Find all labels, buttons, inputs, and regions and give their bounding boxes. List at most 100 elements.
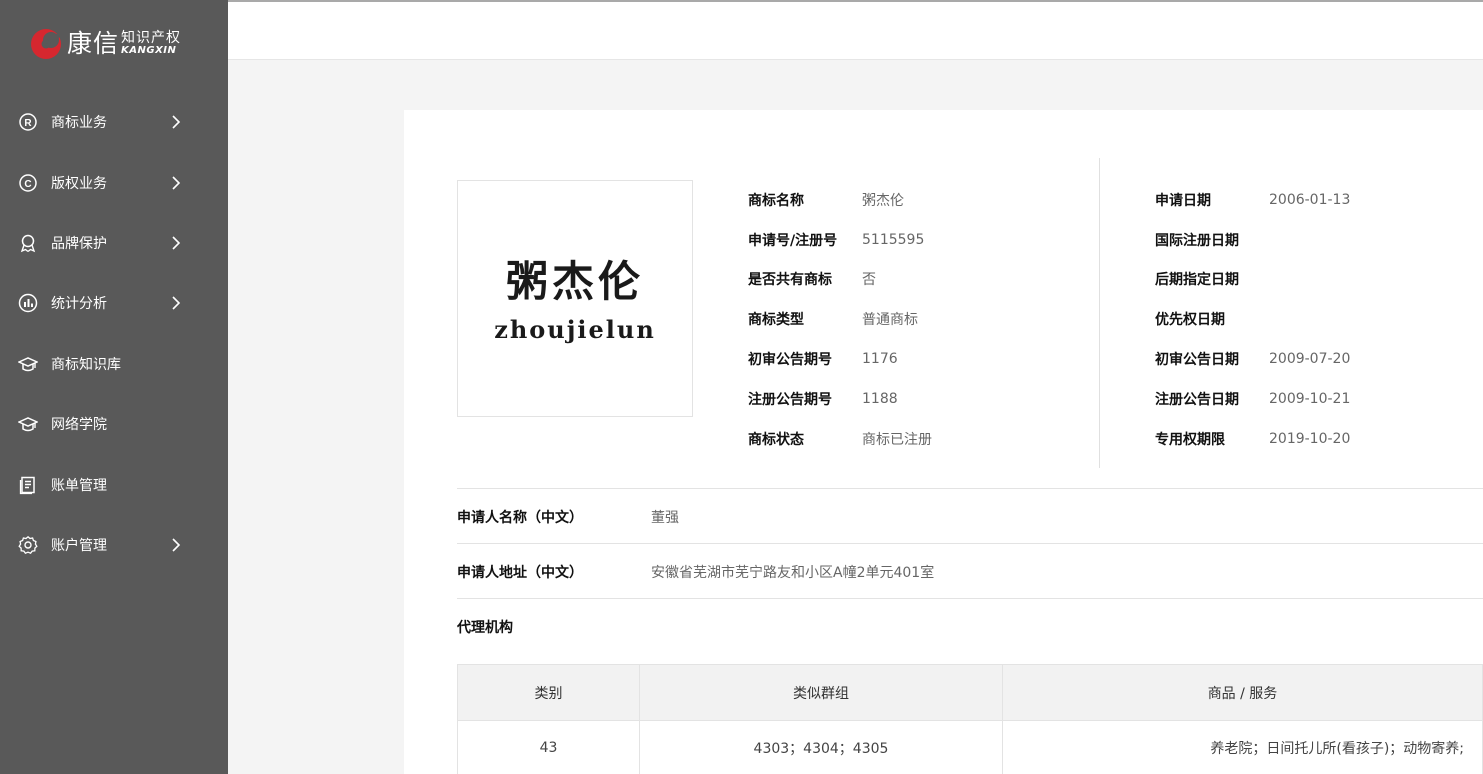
info-value: 1176: [862, 351, 898, 368]
chevron-right-icon: [172, 296, 181, 310]
info-label: 初审公告日期: [1155, 352, 1239, 369]
trademark-info-right: 申请日期 2006-01-13 国际注册日期 后期指定日期 优先权日期 初审公告…: [1155, 180, 1350, 459]
brand-sub-en: KANGXIN: [121, 44, 177, 56]
sidebar-item-label: 版权业务: [51, 175, 107, 192]
info-label: 专用权期限: [1155, 431, 1225, 448]
sidebar-item-label: 网络学院: [51, 417, 107, 434]
applicant-name-label: 申请人名称（中文）: [457, 509, 583, 526]
column-header-similar-group: 类似群组: [639, 664, 1003, 721]
info-label: 注册公告日期: [1155, 391, 1239, 408]
brand-sub: 知识产权 KANGXIN: [121, 31, 181, 56]
sidebar-item-trademark-kb[interactable]: 商标知识库: [0, 334, 228, 394]
applicant-address-label: 申请人地址（中文）: [457, 564, 583, 581]
sidebar-item-statistics[interactable]: 统计分析: [0, 273, 228, 333]
chevron-right-icon: [172, 236, 181, 250]
info-row-shared-trademark: 是否共有商标 否: [748, 260, 932, 300]
column-header-goods-services: 商品 / 服务: [1002, 664, 1483, 721]
trademark-info-left: 商标名称 粥杰伦 申请号/注册号 5115595 是否共有商标 否 商标类型 普…: [748, 180, 932, 459]
info-label: 是否共有商标: [748, 272, 832, 289]
info-label: 商标状态: [748, 431, 804, 448]
info-value: 5115595: [862, 231, 925, 248]
graduation-cap-icon: [18, 354, 38, 374]
info-value: 粥杰伦: [862, 192, 904, 209]
sidebar-item-label: 账户管理: [51, 537, 107, 554]
sidebar-item-label: 商标知识库: [51, 356, 121, 373]
chart-icon: [18, 293, 38, 313]
info-value: 2009-10-21: [1269, 390, 1351, 407]
sidebar-item-online-academy[interactable]: 网络学院: [0, 394, 228, 454]
info-value: 2006-01-13: [1269, 191, 1351, 208]
info-row-preliminary-issue: 初审公告期号 1176: [748, 339, 932, 379]
info-label: 后期指定日期: [1155, 272, 1239, 289]
chevron-right-icon: [172, 176, 181, 190]
top-header-bar: [228, 0, 1483, 60]
info-label: 优先权日期: [1155, 312, 1225, 329]
cell-class: 43: [457, 720, 640, 774]
info-value: 1188: [862, 390, 898, 407]
sidebar-nav: R 商标业务 C 版权业务 品牌保护 统计分析 商标知识库 网络学院 账单管理 …: [0, 92, 228, 575]
trademark-detail-card: 粥杰伦 zhoujielun 商标名称 粥杰伦 申请号/注册号 5115595 …: [404, 110, 1483, 774]
info-row-priority-date: 优先权日期: [1155, 299, 1350, 339]
info-value: 否: [862, 272, 876, 289]
svg-text:R: R: [24, 118, 32, 129]
sidebar-item-trademark[interactable]: R 商标业务: [0, 92, 228, 152]
info-label: 初审公告期号: [748, 352, 832, 369]
agency-row: 代理机构: [457, 599, 651, 654]
info-row-preliminary-date: 初审公告日期 2009-07-20: [1155, 339, 1350, 379]
table-header-row: 类别 类似群组 商品 / 服务: [457, 664, 1483, 721]
info-row-subsequent-designation-date: 后期指定日期: [1155, 260, 1350, 300]
agency-label: 代理机构: [457, 619, 513, 636]
chevron-right-icon: [172, 115, 181, 129]
info-row-application-date: 申请日期 2006-01-13: [1155, 180, 1350, 220]
info-value: 2009-07-20: [1269, 351, 1351, 368]
graduation-cap-icon: [18, 414, 38, 434]
info-value: 普通商标: [862, 312, 918, 329]
info-value: 2019-10-20: [1269, 430, 1351, 447]
info-row-exclusive-right-term: 专用权期限 2019-10-20: [1155, 419, 1350, 459]
sidebar-item-billing[interactable]: 账单管理: [0, 454, 228, 514]
table-row: 43 4303；4304；4305 养老院；日间托儿所(看孩子)；动物寄养;: [457, 720, 1483, 774]
info-row-trademark-type: 商标类型 普通商标: [748, 299, 932, 339]
copyright-icon: C: [18, 173, 38, 193]
sidebar-item-brand-protection[interactable]: 品牌保护: [0, 213, 228, 273]
info-label: 商标类型: [748, 312, 804, 329]
info-row-trademark-status: 商标状态 商标已注册: [748, 419, 932, 459]
info-row-application-number: 申请号/注册号 5115595: [748, 220, 932, 260]
info-value: 商标已注册: [862, 431, 932, 448]
brand-logo[interactable]: 康信 知识产权 KANGXIN: [28, 24, 181, 62]
sidebar-item-label: 品牌保护: [51, 235, 107, 252]
goods-services-table: 类别 类似群组 商品 / 服务 43 4303；4304；4305 养老院；日间…: [457, 664, 1483, 774]
brand-name: 康信: [67, 28, 120, 58]
sidebar-item-account[interactable]: 账户管理: [0, 515, 228, 575]
registered-icon: R: [18, 112, 38, 132]
sidebar-item-label: 商标业务: [51, 115, 107, 132]
sidebar: 康信 知识产权 KANGXIN R 商标业务 C 版权业务 品牌保护 统计分析 …: [0, 0, 228, 774]
trademark-image[interactable]: 粥杰伦 zhoujielun: [457, 180, 693, 417]
chevron-right-icon: [172, 538, 181, 552]
trademark-image-pinyin-text: zhoujielun: [494, 314, 656, 344]
vertical-divider: [1099, 158, 1100, 468]
cell-goods-services: 养老院；日间托儿所(看孩子)；动物寄养;: [1002, 720, 1483, 774]
info-row-registration-date: 注册公告日期 2009-10-21: [1155, 379, 1350, 419]
kangxin-logo-icon: [31, 27, 64, 59]
gear-icon: [18, 535, 38, 555]
info-label: 国际注册日期: [1155, 232, 1239, 249]
applicant-name-value: 董强: [651, 509, 679, 526]
column-header-class: 类别: [457, 664, 640, 721]
applicant-name-row: 申请人名称（中文） 董强: [457, 489, 679, 544]
sidebar-item-copyright[interactable]: C 版权业务: [0, 152, 228, 212]
info-label: 申请号/注册号: [748, 232, 838, 249]
info-row-trademark-name: 商标名称 粥杰伦: [748, 180, 932, 220]
applicant-address-value: 安徽省芜湖市芜宁路友和小区A幢2单元401室: [651, 564, 935, 581]
info-row-registration-issue: 注册公告期号 1188: [748, 379, 932, 419]
info-label: 注册公告期号: [748, 391, 832, 408]
brand-sub-cn: 知识产权: [121, 29, 182, 46]
info-label: 申请日期: [1155, 192, 1211, 209]
applicant-address-row: 申请人地址（中文） 安徽省芜湖市芜宁路友和小区A幢2单元401室: [457, 544, 934, 599]
info-row-intl-registration-date: 国际注册日期: [1155, 220, 1350, 260]
info-label: 商标名称: [748, 192, 804, 209]
award-icon: [18, 233, 38, 253]
svg-text:C: C: [24, 179, 31, 190]
sidebar-item-label: 统计分析: [51, 296, 107, 313]
bill-icon: [18, 475, 38, 495]
